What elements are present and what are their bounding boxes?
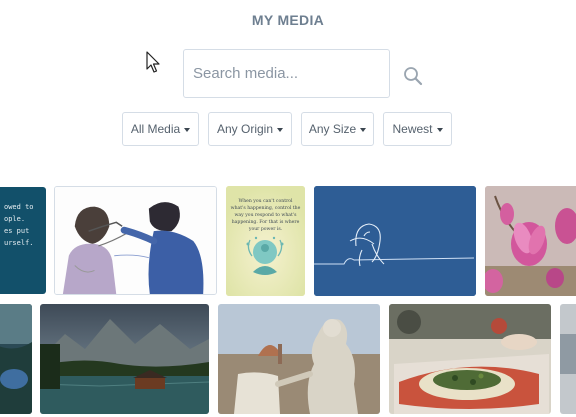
filter-label: All Media xyxy=(130,122,181,136)
filter-newest-dropdown[interactable]: Newest xyxy=(383,112,452,146)
media-thumbnail-mountain-lake[interactable] xyxy=(40,304,209,414)
filter-label: Newest xyxy=(392,122,433,136)
filter-label: Any Origin xyxy=(216,122,274,136)
quote-text: When you can't control what's happening,… xyxy=(230,199,301,232)
caret-down-icon xyxy=(184,127,191,132)
filter-any-size-dropdown[interactable]: Any Size xyxy=(301,112,374,146)
filter-label: Any Size xyxy=(308,122,357,136)
filter-all-media-dropdown[interactable]: All Media xyxy=(122,112,199,146)
media-thumbnail-partial-right[interactable] xyxy=(560,304,576,414)
media-thumbnail-couple-sketch[interactable] xyxy=(54,186,217,295)
filter-any-origin-dropdown[interactable]: Any Origin xyxy=(208,112,292,146)
media-thumbnail-magnolia[interactable] xyxy=(485,186,576,296)
search-input[interactable] xyxy=(183,49,390,98)
media-thumbnail-food-plate[interactable] xyxy=(389,304,551,414)
card-text: owed to ople. es put urself. xyxy=(4,203,34,247)
media-thumbnail-partial-landscape[interactable] xyxy=(0,304,32,414)
media-thumbnail-florence-statue[interactable] xyxy=(218,304,380,414)
caret-down-icon xyxy=(277,127,284,132)
media-thumbnail-quote-card[interactable]: When you can't control what's happening,… xyxy=(226,186,305,296)
media-thumbnail-blue-line-art[interactable] xyxy=(314,186,476,296)
mouse-pointer-icon xyxy=(146,51,160,73)
page-title: MY MEDIA xyxy=(251,12,325,28)
caret-down-icon xyxy=(360,127,367,132)
media-thumbnail-text-card[interactable]: owed to ople. es put urself. xyxy=(0,187,46,294)
search-icon[interactable] xyxy=(403,66,423,86)
caret-down-icon xyxy=(436,127,443,132)
